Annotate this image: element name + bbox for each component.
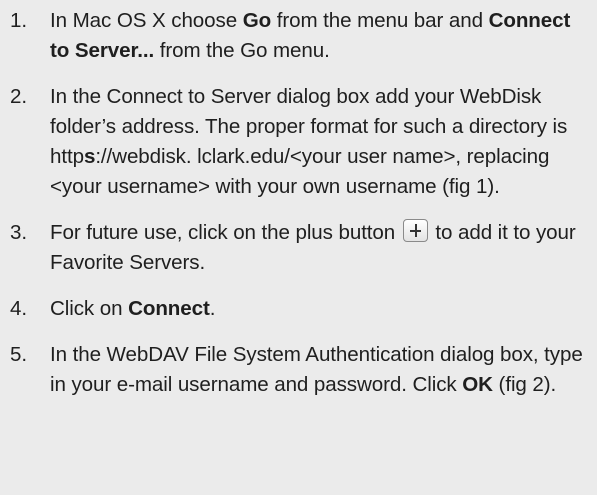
step-text: from the Go menu. — [154, 39, 330, 62]
step-text: (fig 2). — [492, 373, 557, 396]
step-3: 3. For future use, click on the plus butt… — [0, 218, 597, 278]
connect-label: Connect — [128, 297, 210, 320]
step-4: 4. Click on Connect. — [0, 294, 597, 324]
instruction-list: 1. In Mac OS X choose Go from the menu ba… — [0, 6, 597, 416]
step-text: In Mac OS X choose — [50, 9, 243, 32]
step-number: 3. — [10, 221, 27, 244]
step-number: 5. — [10, 343, 27, 366]
step-number: 2. — [10, 85, 27, 108]
step-2: 2. In the Connect to Server dialog box ad… — [0, 82, 597, 202]
ok-label: OK — [462, 373, 493, 396]
step-text: For future use, click on the plus button — [50, 221, 401, 244]
step-number: 4. — [10, 297, 27, 320]
https-s-emphasis: s — [83, 145, 96, 168]
step-text: ://webdisk. lclark.edu/<your user name>,… — [50, 145, 550, 198]
step-5: 5. In the WebDAV File System Authenticati… — [0, 340, 597, 400]
step-text: from the menu bar and — [271, 9, 489, 32]
plus-icon — [402, 219, 428, 242]
step-number: 1. — [10, 9, 27, 32]
step-text: . — [209, 297, 216, 320]
go-menu-label: Go — [242, 9, 272, 32]
step-1: 1. In Mac OS X choose Go from the menu ba… — [0, 6, 597, 66]
step-text: Click on — [50, 297, 129, 320]
